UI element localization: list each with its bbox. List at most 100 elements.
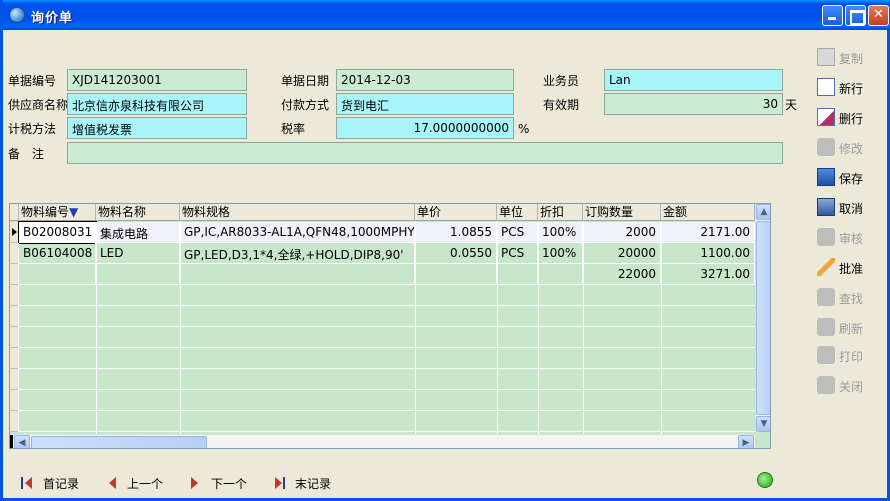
sort-desc-icon: ▼ xyxy=(69,205,79,219)
cell-unit[interactable]: PCS xyxy=(497,243,538,264)
cell-price[interactable]: 1.0855 xyxy=(415,222,497,243)
tax-method-field[interactable]: 增值税发票 xyxy=(67,117,247,139)
printer-icon xyxy=(817,346,835,364)
empty-row[interactable] xyxy=(19,285,755,306)
refresh-button[interactable]: 刷新 xyxy=(813,316,879,340)
cell-discount[interactable]: 100% xyxy=(538,222,583,243)
cell-unit[interactable]: PCS xyxy=(497,222,538,243)
edit-icon xyxy=(817,138,835,156)
validity-field[interactable]: 30 xyxy=(604,93,783,115)
approve-button[interactable]: 批准 xyxy=(813,256,879,280)
empty-row[interactable] xyxy=(19,411,755,432)
status-indicator-icon xyxy=(757,472,773,488)
col-header-qty[interactable]: 订购数量 xyxy=(583,204,661,221)
last-record-icon xyxy=(273,476,287,490)
delete-row-button[interactable]: 删行 xyxy=(813,106,879,130)
doc-date-label: 单据日期 xyxy=(281,74,330,88)
cancel-button[interactable]: 取消 xyxy=(813,196,879,220)
delete-doc-icon xyxy=(817,108,835,126)
supplier-field[interactable]: 北京信亦泉科技有限公司 xyxy=(67,93,247,115)
exit-icon xyxy=(817,376,835,394)
cell-spec[interactable]: GP,LED,D3,1*4,全绿,+HOLD,DIP8,90' xyxy=(180,243,415,264)
find-button[interactable]: 查找 xyxy=(813,286,879,310)
cell-code[interactable]: B06104008 xyxy=(19,243,96,264)
print-button[interactable]: 打印 xyxy=(813,344,879,368)
close-button[interactable]: 关闭 xyxy=(813,374,879,398)
tax-rate-label: 税率 xyxy=(281,122,306,136)
validity-unit: 天 xyxy=(785,98,798,112)
col-header-amount[interactable]: 金额 xyxy=(661,204,755,221)
save-disk-icon xyxy=(817,168,835,186)
copy-icon xyxy=(817,48,835,66)
total-qty: 22000 xyxy=(583,264,661,285)
scroll-down-icon[interactable]: ▼ xyxy=(756,416,770,432)
doc-no-label: 单据编号 xyxy=(8,74,57,88)
new-row-button[interactable]: 新行 xyxy=(813,76,879,100)
col-header-unit[interactable]: 单位 xyxy=(497,204,538,221)
total-amount: 3271.00 xyxy=(661,264,755,285)
vertical-scroll-thumb[interactable] xyxy=(756,221,770,415)
scroll-up-icon[interactable]: ▲ xyxy=(756,204,770,220)
table-row[interactable]: B06104008 LED GP,LED,D3,1*4,全绿,+HOLD,DIP… xyxy=(19,243,755,264)
audit-button[interactable]: 审核 xyxy=(813,226,879,250)
close-window-button[interactable]: ✕ xyxy=(868,5,889,26)
table-row[interactable]: B02008031 集成电路 GP,IC,AR8033-AL1A,QFN48,1… xyxy=(18,221,755,244)
col-header-code[interactable]: 物料编号▼ xyxy=(19,204,96,221)
prev-record-icon xyxy=(105,476,119,490)
col-header-price[interactable]: 单价 xyxy=(415,204,497,221)
cell-amount[interactable]: 1100.00 xyxy=(661,243,755,264)
title-bar[interactable]: 询价单 ✕ xyxy=(3,0,890,30)
scroll-left-icon[interactable]: ◀ xyxy=(14,435,30,448)
col-header-spec[interactable]: 物料规格 xyxy=(180,204,415,221)
vertical-scrollbar[interactable]: ▲ ▼ xyxy=(755,204,770,432)
horizontal-scrollbar[interactable]: ◀ ▶ xyxy=(10,434,755,448)
cell-price[interactable]: 0.0550 xyxy=(415,243,497,264)
salesman-field[interactable]: Lan xyxy=(604,69,783,91)
cancel-icon xyxy=(817,198,835,216)
salesman-label: 业务员 xyxy=(543,74,580,88)
new-doc-icon xyxy=(817,78,835,96)
minimize-button[interactable] xyxy=(822,5,843,26)
cell-name[interactable]: LED xyxy=(96,243,180,264)
next-record-icon xyxy=(189,476,203,490)
save-button[interactable]: 保存 xyxy=(813,166,879,190)
find-icon xyxy=(817,288,835,306)
empty-row[interactable] xyxy=(19,327,755,348)
horizontal-scroll-thumb[interactable] xyxy=(31,436,207,448)
current-row-arrow-icon xyxy=(12,228,17,236)
cell-qty[interactable]: 20000 xyxy=(583,243,661,264)
doc-no-field[interactable]: XJD141203001 xyxy=(67,69,247,91)
cell-qty[interactable]: 2000 xyxy=(583,222,661,243)
scroll-right-icon[interactable]: ▶ xyxy=(738,435,754,448)
cell-spec[interactable]: GP,IC,AR8033-AL1A,QFN48,1000MPHY xyxy=(180,222,415,243)
tax-rate-unit: % xyxy=(518,122,530,136)
copy-button[interactable]: 复制 xyxy=(813,46,879,70)
validity-label: 有效期 xyxy=(543,98,580,112)
edit-button[interactable]: 修改 xyxy=(813,136,879,160)
empty-row[interactable] xyxy=(19,348,755,369)
audit-icon xyxy=(817,228,835,246)
cell-code[interactable]: B02008031 xyxy=(18,221,97,244)
grid-header: 物料编号▼ 物料名称 物料规格 单价 单位 折扣 订购数量 金额 xyxy=(10,204,770,221)
cell-amount[interactable]: 2171.00 xyxy=(661,222,755,243)
cell-discount[interactable]: 100% xyxy=(538,243,583,264)
row-indicator[interactable] xyxy=(10,222,19,243)
window-title: 询价单 xyxy=(31,11,74,26)
col-header-discount[interactable]: 折扣 xyxy=(538,204,583,221)
pencil-icon xyxy=(817,258,835,276)
tax-rate-field[interactable]: 17.0000000000 xyxy=(336,117,514,139)
items-grid[interactable]: 物料编号▼ 物料名称 物料规格 单价 单位 折扣 订购数量 金额 B020080… xyxy=(9,203,771,449)
payment-field[interactable]: 货到电汇 xyxy=(336,93,514,115)
empty-row[interactable] xyxy=(19,390,755,411)
inquiry-window: 询价单 ✕ 单据编号 XJD141203001 单据日期 2014-12-03 … xyxy=(0,0,890,501)
refresh-icon xyxy=(817,318,835,336)
cell-name[interactable]: 集成电路 xyxy=(96,222,180,243)
col-header-name[interactable]: 物料名称 xyxy=(96,204,180,221)
doc-date-field[interactable]: 2014-12-03 xyxy=(336,69,514,91)
empty-row[interactable] xyxy=(19,369,755,390)
maximize-button[interactable] xyxy=(845,5,866,26)
app-globe-icon xyxy=(9,7,25,23)
totals-row: 22000 3271.00 xyxy=(19,264,755,285)
remark-field[interactable] xyxy=(67,142,783,164)
empty-row[interactable] xyxy=(19,306,755,327)
